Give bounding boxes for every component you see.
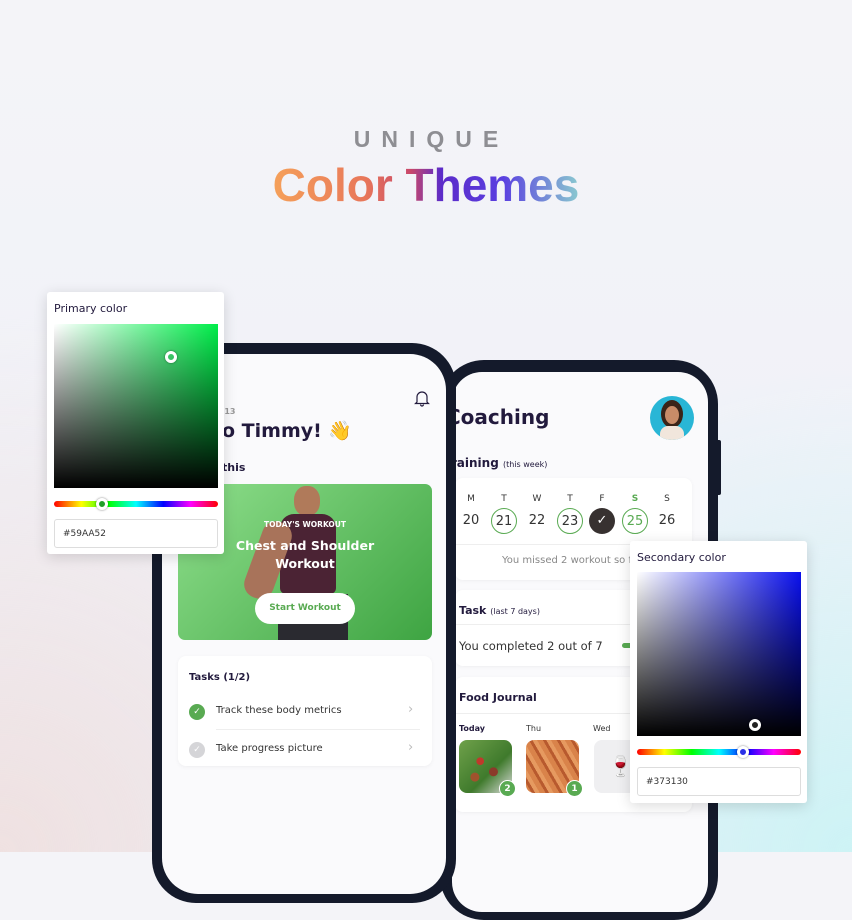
calendar-day[interactable]: 23 [557,508,583,534]
saturation-area[interactable] [54,324,218,488]
phone-side-button [716,440,721,495]
weekday-label: S [631,494,639,504]
hue-slider[interactable] [637,746,801,758]
picker-title: Secondary color [637,551,726,564]
tasks-card: Tasks (1/2) ✓ Track these body metrics ›… [178,656,432,766]
training-title: Training [452,456,499,470]
hex-input[interactable]: #59AA52 [54,519,218,548]
food-count-badge: 2 [499,780,516,797]
missed-workout-note: You missed 2 workout so far [502,555,643,566]
picker-title: Primary color [54,302,128,315]
calendar-day[interactable]: 22 [524,508,550,534]
task-sub: (last 7 days) [490,607,540,616]
notification-bell-icon[interactable] [414,389,430,407]
task-progress-text: You completed 2 out of 7 [459,639,603,653]
task-label: Take progress picture [216,743,323,754]
task-heading: Task (last 7 days) [459,604,540,617]
weekday-label: T [567,494,573,504]
food-day-label: Today [459,724,485,733]
avatar[interactable] [650,396,694,440]
hue-handle[interactable] [96,498,108,510]
food-journal-title: Food Journal [459,691,537,704]
task-title: Task [459,604,487,617]
weekday-label: F [599,494,605,504]
weekday-label: T [501,494,507,504]
hue-handle[interactable] [737,746,749,758]
secondary-color-picker: Secondary color #373130 [630,541,807,803]
weekday-label: S [664,494,670,504]
page-title: Coaching [452,405,550,429]
task-label: Track these body metrics [216,705,342,716]
food-photo-pasta[interactable]: 1 [526,740,583,797]
calendar-day[interactable]: 26 [654,508,680,534]
workout-title-line2: Workout [275,556,335,571]
food-day-label: Wed [593,724,611,733]
calendar-day[interactable]: 25 [622,508,648,534]
calendar-day[interactable]: 21 [491,508,517,534]
saturation-area[interactable] [637,572,801,736]
color-handle[interactable] [749,719,761,731]
hero-headline: Color Themes [0,158,852,212]
check-pending-icon: ✓ [189,742,205,758]
calendar-day-completed[interactable]: ✓ [589,508,615,534]
hex-input[interactable]: #373130 [637,767,801,796]
greeting: o Timmy! 👋 [222,420,353,442]
tasks-title: Tasks (1/2) [189,672,251,683]
hero-kicker: UNIQUE [353,126,510,152]
chevron-right-icon: › [408,740,414,755]
start-workout-button[interactable]: Start Workout [255,593,355,624]
check-done-icon: ✓ [189,704,205,720]
calendar-day[interactable]: 20 [458,508,484,534]
food-day-label: Thu [526,724,542,733]
chevron-right-icon: › [408,702,414,717]
food-count-badge: 1 [566,780,583,797]
task-item[interactable]: ✓ Track these body metrics › [178,694,432,730]
food-photo-salad[interactable]: 2 [459,740,516,797]
hero-headline-text: Color Themes [272,159,580,211]
task-item[interactable]: ✓ Take progress picture › [178,732,432,768]
hue-slider[interactable] [54,498,218,510]
color-handle[interactable] [165,351,177,363]
weekday-label: W [532,494,542,504]
weekday-label: M [467,494,475,504]
training-sub: (this week) [502,460,548,469]
primary-color-picker: Primary color #59AA52 [47,292,224,554]
training-heading: Training (this week) [452,456,547,470]
section-heading: this [222,461,246,474]
